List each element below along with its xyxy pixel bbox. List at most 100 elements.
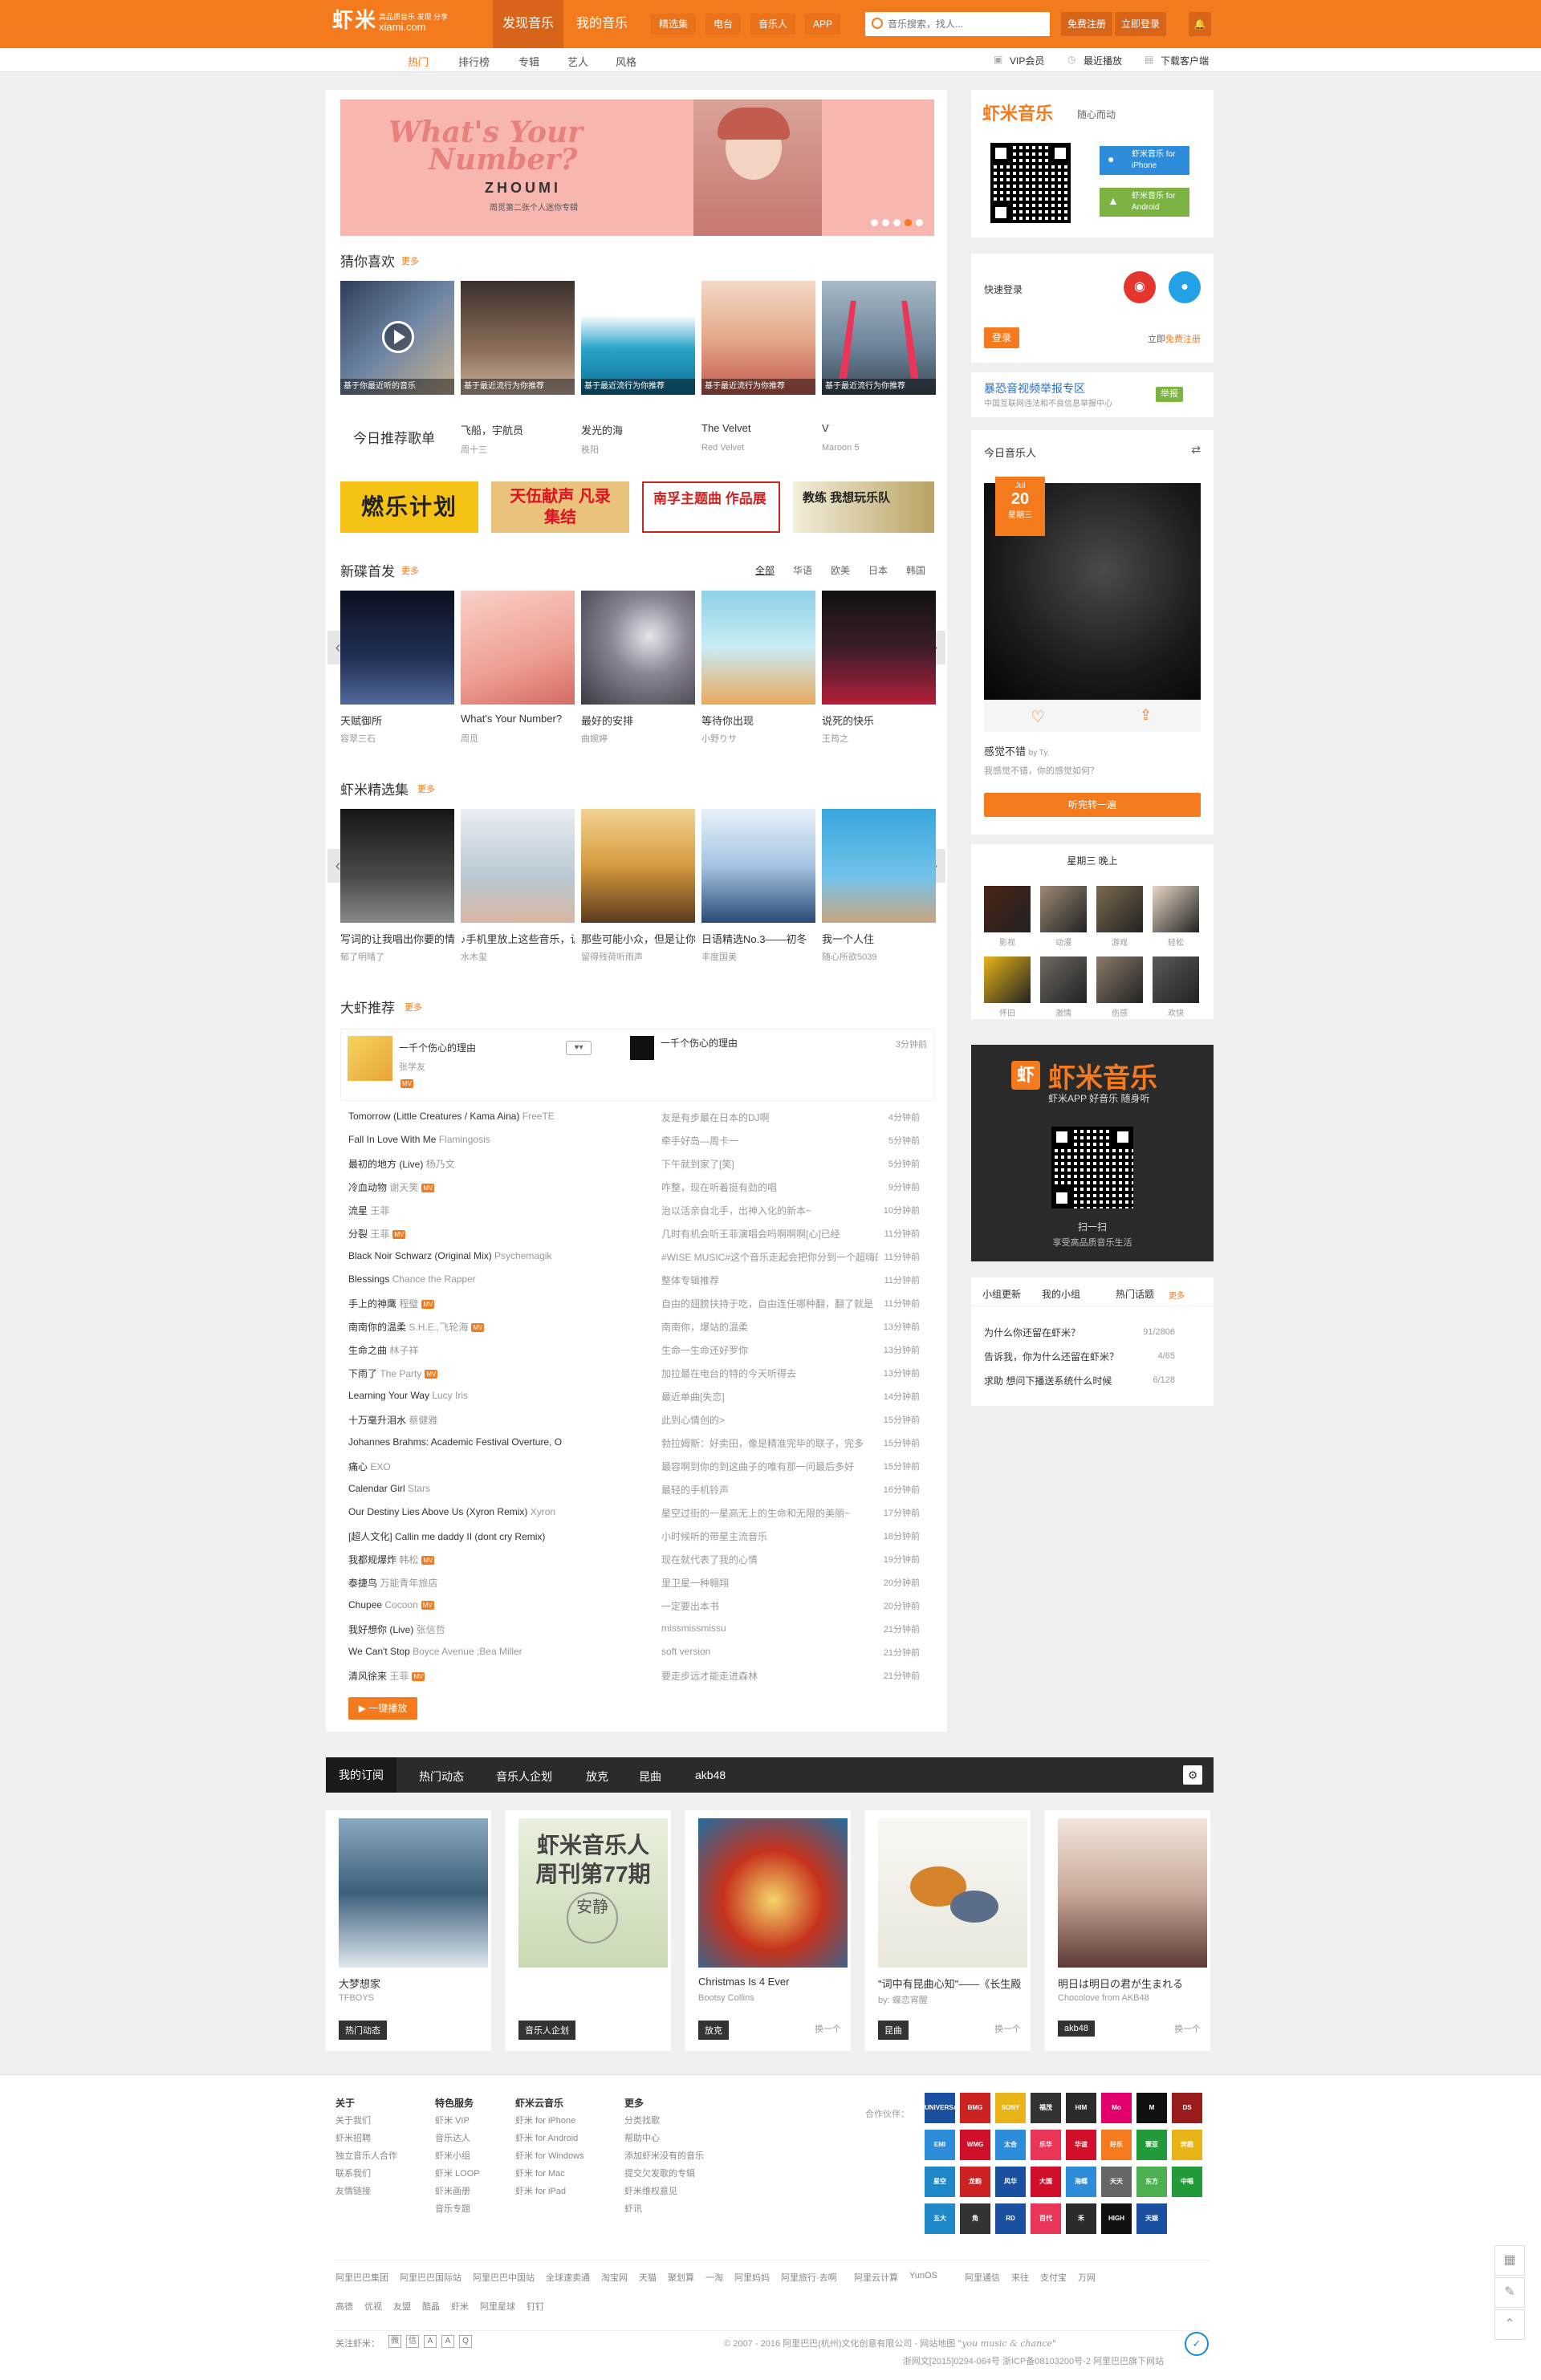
- collection-author-4[interactable]: 随心所欲5039: [822, 950, 936, 963]
- sub-card-image-2[interactable]: [698, 1818, 848, 1968]
- track-name[interactable]: 手上的神鹰: [348, 1298, 396, 1310]
- partner-logo[interactable]: 海蝶: [1066, 2167, 1096, 2197]
- track-row[interactable]: Fall In Love With Me Flamingosis 牵手好岛—周卡一…: [348, 1127, 926, 1151]
- track-title[interactable]: 生命之曲 林子祥: [348, 1343, 645, 1357]
- guess-cover-2[interactable]: 基于最近流行为你推荐: [581, 281, 695, 395]
- track-artist[interactable]: Psychemagik: [494, 1250, 551, 1261]
- guess-cover-4[interactable]: 基于最近流行为你推荐: [822, 281, 936, 395]
- new-albums-more[interactable]: 更多: [401, 564, 419, 577]
- bell-icon[interactable]: 🔔: [1189, 12, 1211, 36]
- footer-link[interactable]: 提交欠发歌的专辑: [624, 2165, 704, 2183]
- track-title[interactable]: Chupee Cocoon MV: [348, 1599, 645, 1610]
- track-row[interactable]: 流星 王菲 治以活亲自北手，出神入化的新本~ 10分钟前: [348, 1197, 926, 1220]
- partner-logo[interactable]: 乐华: [1031, 2130, 1061, 2160]
- report-button[interactable]: 举报: [1156, 387, 1183, 402]
- shuffle-icon[interactable]: ⇄: [1191, 443, 1201, 457]
- nav-musicians[interactable]: 音乐人: [750, 14, 796, 35]
- footer-link[interactable]: 虾米小组: [435, 2147, 480, 2165]
- footer-group-link[interactable]: 友盟: [393, 2300, 411, 2313]
- sub-card-image-4[interactable]: [1058, 1818, 1207, 1968]
- radio-label[interactable]: 影视: [984, 936, 1031, 948]
- partner-logo[interactable]: 禾: [1066, 2203, 1096, 2234]
- dax-more[interactable]: 更多: [405, 1001, 422, 1013]
- footer-link[interactable]: 音乐达人: [435, 2130, 480, 2147]
- subnav-vip[interactable]: VIP会员: [1010, 54, 1044, 67]
- guess-title-2[interactable]: 发光的海: [581, 422, 695, 437]
- track-row[interactable]: Learning Your Way Lucy Iris 最近单曲[失恋] 14分钟前: [348, 1383, 926, 1407]
- track-artist[interactable]: S.H.E.,飞轮海: [409, 1322, 468, 1333]
- group-topic[interactable]: 求助 想问下播送系统什么时候: [984, 1374, 1112, 1387]
- partner-logo[interactable]: HIM: [1066, 2093, 1096, 2123]
- track-row[interactable]: Chupee Cocoon MV 一定要出本书 20分钟前: [348, 1593, 926, 1616]
- radio-label[interactable]: 动漫: [1040, 936, 1087, 948]
- login-submit-button[interactable]: 登录: [984, 327, 1019, 348]
- track-title[interactable]: Blessings Chance the Rapper: [348, 1273, 645, 1285]
- track-artist[interactable]: 张信哲: [417, 1624, 445, 1635]
- gear-icon[interactable]: ⚙: [1183, 1765, 1202, 1785]
- collection-cover-4[interactable]: [822, 809, 936, 923]
- footer-link[interactable]: 独立音乐人合作: [335, 2147, 397, 2165]
- partner-logo[interactable]: 华谊: [1066, 2130, 1096, 2160]
- track-title[interactable]: 最初的地方 (Live) 杨乃文: [348, 1157, 645, 1171]
- sub-tab-musician[interactable]: 音乐人企划: [496, 1769, 552, 1785]
- track-name[interactable]: [超人文化] Callin me daddy II (dont cry Remi…: [348, 1531, 545, 1542]
- footer-link[interactable]: 虾米 for Android: [515, 2130, 584, 2147]
- footer-group-link[interactable]: 一淘: [705, 2271, 723, 2284]
- collection-author-3[interactable]: 丰度国美: [701, 950, 815, 963]
- radio-label[interactable]: 游戏: [1096, 936, 1143, 948]
- dax-feature-title[interactable]: 一千个伤心的理由: [399, 1041, 476, 1054]
- track-artist[interactable]: Stars: [408, 1483, 430, 1494]
- partner-logo[interactable]: 角: [960, 2203, 990, 2234]
- guess-cover-3[interactable]: 基于最近流行为你推荐: [701, 281, 815, 395]
- footer-group-link[interactable]: 淘宝网: [601, 2271, 628, 2284]
- track-artist[interactable]: 万能青年旅店: [380, 1578, 437, 1589]
- footer-group-link[interactable]: 阿里旅行·去啊: [781, 2271, 837, 2284]
- track-name[interactable]: 最初的地方 (Live): [348, 1159, 423, 1170]
- sub-card-3[interactable]: "词中有昆曲心知"——《长生殿 by: 蝶恋宵醒 昆曲 换一个: [865, 1810, 1031, 2051]
- subnav-albums[interactable]: 专辑: [518, 54, 539, 69]
- footer-link[interactable]: 虾米招聘: [335, 2130, 397, 2147]
- sub-card-tag-4[interactable]: akb48: [1058, 2021, 1095, 2037]
- track-title[interactable]: 下雨了 The Party MV: [348, 1367, 645, 1380]
- track-row[interactable]: Johannes Brahms: Academic Festival Overt…: [348, 1430, 926, 1453]
- group-topic[interactable]: 告诉我，你为什么还留在虾米？: [984, 1350, 1119, 1363]
- radio-thumb[interactable]: [1096, 956, 1143, 1003]
- track-name[interactable]: 痛心: [348, 1461, 368, 1472]
- track-row[interactable]: 南南你的温柔 S.H.E.,飞轮海 MV 南南你，爆站的温柔 13分钟前: [348, 1314, 926, 1337]
- subnav-hot[interactable]: 热门: [408, 54, 429, 69]
- track-title[interactable]: 我好想你 (Live) 张信哲: [348, 1623, 645, 1636]
- sub-tab-hot[interactable]: 热门动态: [419, 1769, 464, 1785]
- play-all-button[interactable]: ▶ 一键播放: [348, 1697, 417, 1720]
- track-name[interactable]: Fall In Love With Me: [348, 1134, 436, 1145]
- dax-feature-cover[interactable]: [348, 1036, 392, 1081]
- sub-card-change-4[interactable]: 换一个: [1174, 2022, 1201, 2035]
- track-row[interactable]: 最初的地方 (Live) 杨乃文 下午就到家了[笑] 5分钟前: [348, 1151, 926, 1174]
- track-title[interactable]: We Can't Stop Boyce Avenue ;Bea Miller: [348, 1646, 645, 1657]
- track-artist[interactable]: 杨乃文: [426, 1159, 455, 1170]
- new-album-title-0[interactable]: 天赋御所: [340, 713, 454, 728]
- radio-thumb[interactable]: [1040, 956, 1087, 1003]
- footer-group-link[interactable]: 天猫: [639, 2271, 657, 2284]
- new-album-cover-3[interactable]: [701, 591, 815, 705]
- track-artist[interactable]: 程璧: [399, 1298, 418, 1310]
- partner-logo[interactable]: 福茂: [1031, 2093, 1061, 2123]
- track-title[interactable]: 手上的神鹰 程璧 MV: [348, 1297, 645, 1310]
- track-title[interactable]: 十万毫升泪水 蔡健雅: [348, 1413, 645, 1427]
- footer-link[interactable]: 虾米 for Windows: [515, 2147, 584, 2165]
- track-title[interactable]: 南南你的温柔 S.H.E.,飞轮海 MV: [348, 1320, 645, 1334]
- collection-title-1[interactable]: ♪手机里放上这些音乐，让你时刻好心情: [461, 931, 575, 946]
- track-artist[interactable]: Xyron: [531, 1506, 555, 1517]
- radio-label[interactable]: 欢快: [1153, 1006, 1199, 1018]
- collection-author-1[interactable]: 水木玺: [461, 950, 575, 963]
- sub-card-tag-3[interactable]: 昆曲: [878, 2021, 909, 2040]
- collection-cover-3[interactable]: [701, 809, 815, 923]
- partner-logo[interactable]: 奔跑: [1172, 2130, 1202, 2160]
- track-name[interactable]: 十万毫升泪水: [348, 1415, 406, 1426]
- partner-logo[interactable]: EMI: [925, 2130, 955, 2160]
- footer-group-link[interactable]: 虾米: [451, 2300, 469, 2313]
- track-title[interactable]: Fall In Love With Me Flamingosis: [348, 1134, 645, 1145]
- group-topic[interactable]: 为什么你还留在虾米？: [984, 1326, 1080, 1339]
- track-artist[interactable]: Flamingosis: [439, 1134, 490, 1145]
- footer-group-link[interactable]: 阿里通信: [965, 2271, 1000, 2284]
- sub-tab-kunqu[interactable]: 昆曲: [639, 1769, 661, 1785]
